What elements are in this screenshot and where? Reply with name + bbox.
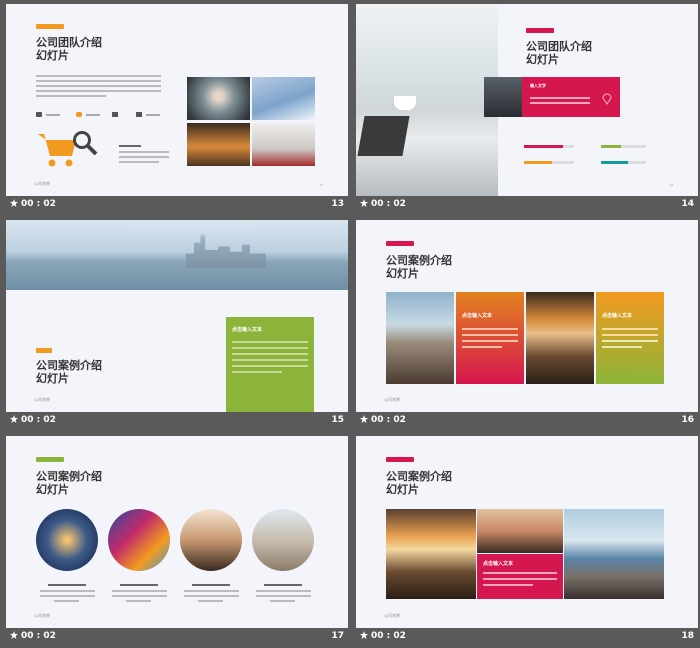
group-photo [252, 123, 315, 166]
slide-title: 公司案例介绍 幻灯片 [36, 470, 102, 496]
slide-footer: 00 : 02 14 [356, 196, 698, 214]
slide-canvas: 公司案例介绍 幻灯片 点击输入文本 点击输入文本 公司名称 [356, 220, 698, 412]
slide-number: 16 [681, 415, 694, 425]
cup-shape [394, 96, 416, 110]
slide-footer: 00 : 02 16 [356, 412, 698, 430]
ocean-view-photo [564, 509, 664, 599]
slide-thumbnail-13[interactable]: 公司团队介绍 幻灯片 公司名称 13 00: 02 13 [6, 4, 348, 214]
slide-canvas: 公司案例介绍 幻灯片 点击输入文本 公司名称 [356, 436, 698, 628]
transition-time: 00 : 02 [10, 199, 56, 209]
city-harbor-photo [6, 220, 348, 290]
lounge-photo [477, 509, 563, 553]
sunset-jump-photo [187, 123, 250, 166]
company-logo: 公司名称 [34, 181, 50, 186]
slide-footer: 00 : 02 13 [6, 196, 348, 214]
box-title: 点击输入文本 [602, 313, 633, 319]
transition-time: 00 : 02 [360, 199, 406, 209]
slide-number: 17 [331, 631, 344, 641]
slide-number: 15 [331, 415, 344, 425]
star-icon [10, 415, 18, 423]
box-title: 点击输入文本 [462, 313, 493, 319]
slide-title: 公司案例介绍 幻灯片 [386, 254, 452, 280]
company-logo: 公司名称 [34, 613, 50, 618]
slide-number: 13 [331, 199, 344, 209]
slide-tag [36, 457, 64, 462]
star-icon [360, 415, 368, 423]
profile-card: 输入文字 [484, 77, 620, 117]
laptop-shape [357, 116, 410, 156]
balcony-photo-2 [526, 292, 594, 384]
slide-number: 18 [681, 631, 694, 641]
company-logo: 公司名称 [34, 397, 50, 402]
circle-photo-architecture [36, 509, 98, 571]
circle-photo-lounge [180, 509, 242, 571]
slide-thumbnail-16[interactable]: 公司案例介绍 幻灯片 点击输入文本 点击输入文本 公司名称 00 : 02 16 [356, 220, 698, 430]
balcony-photo-1 [386, 292, 454, 384]
company-logo: 公司名称 [384, 613, 400, 618]
slide-thumbnail-18[interactable]: 公司案例介绍 幻灯片 点击输入文本 公司名称 00 : 02 18 [356, 436, 698, 646]
card-label: 输入文字 [530, 83, 546, 88]
slide-footer: 00 : 02 18 [356, 628, 698, 646]
slide-footer: 00 : 02 17 [6, 628, 348, 646]
slide-number: 14 [681, 199, 694, 209]
box-title: 点击输入文本 [232, 327, 263, 333]
slide-canvas: 公司团队介绍 幻灯片 输入文字 14 [356, 4, 698, 196]
page-number-small: 14 [669, 183, 673, 187]
slide-tag [526, 28, 554, 33]
transition-time: 00 : 02 [360, 415, 406, 425]
circle-photo-colorful [108, 509, 170, 571]
transition-time: 00 : 02 [10, 415, 56, 425]
slide-tag [386, 457, 414, 462]
location-pin-icon [602, 93, 612, 105]
slide-thumbnail-15[interactable]: 公司案例介绍 幻灯片 点击输入文本 公司名称 00 : 02 15 [6, 220, 348, 430]
slide-title: 公司案例介绍 幻灯片 [36, 359, 102, 385]
box-title: 点击输入文本 [483, 561, 514, 567]
slide-canvas: 公司案例介绍 幻灯片 点击输入文本 公司名称 [6, 220, 348, 412]
slide-title: 公司案例介绍 幻灯片 [386, 470, 452, 496]
slide-tag [36, 348, 52, 353]
transition-time: 00 : 02 [360, 631, 406, 641]
slide-footer: 00 : 02 15 [6, 412, 348, 430]
text-box-green: 点击输入文本 [226, 317, 314, 412]
transition-time: 00 : 02 [10, 631, 56, 641]
team-photo [187, 77, 250, 120]
slide-title: 公司团队介绍 幻灯片 [526, 40, 592, 66]
star-icon [360, 631, 368, 639]
text-box-orange-green: 点击输入文本 [596, 292, 664, 384]
slide-tag [386, 241, 414, 246]
slide-tag [36, 24, 64, 29]
page-number-small: 13 [319, 183, 323, 187]
search-icon [73, 131, 98, 156]
office-desk-photo [356, 4, 498, 196]
slide-thumbnail-14[interactable]: 公司团队介绍 幻灯片 输入文字 14 00 : 02 14 [356, 4, 698, 214]
star-icon [10, 199, 18, 207]
sunset-room-photo [386, 509, 476, 599]
text-box-pink: 点击输入文本 [477, 554, 563, 599]
slide-canvas: 公司案例介绍 幻灯片 公司名称 [6, 436, 348, 628]
star-icon [10, 631, 18, 639]
text-box-pink: 点击输入文本 [456, 292, 524, 384]
skydiving-photo [252, 77, 315, 120]
icon-row [36, 112, 166, 118]
slide-thumbnail-17[interactable]: 公司案例介绍 幻灯片 公司名称 00 : 02 17 [6, 436, 348, 646]
slide-canvas: 公司团队介绍 幻灯片 公司名称 13 [6, 4, 348, 196]
slide-title: 公司团队介绍 幻灯片 [36, 36, 102, 62]
profile-photo [484, 77, 522, 117]
company-logo: 公司名称 [384, 397, 400, 402]
star-icon [360, 199, 368, 207]
circle-photo-deck [252, 509, 314, 571]
